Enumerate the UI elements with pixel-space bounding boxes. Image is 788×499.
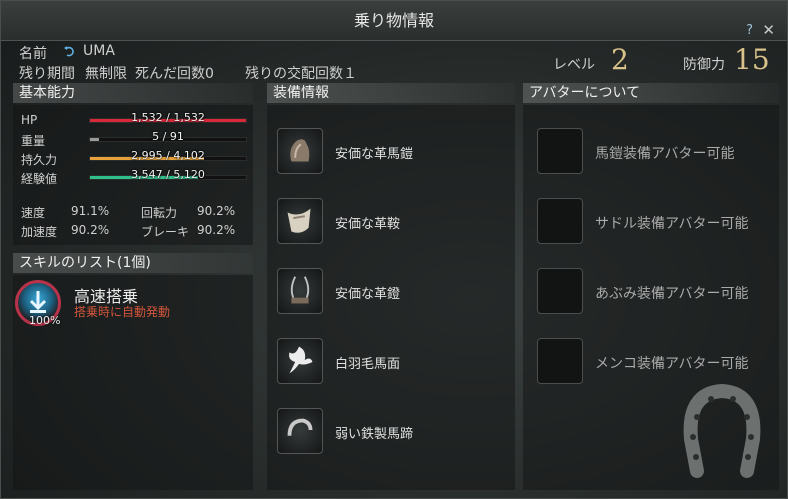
- horseshoe-watermark-icon: [683, 383, 761, 478]
- skill-description: 搭乗時に自動発動: [74, 305, 171, 319]
- speed-value: 91.1%: [71, 204, 110, 218]
- basic-ability-header: 基本能力: [13, 83, 253, 103]
- armor-name: 安価な革馬鎧: [335, 147, 414, 162]
- period-value: 無制限: [85, 66, 127, 82]
- defense-value: 15: [734, 43, 770, 76]
- saddle-icon: [287, 208, 311, 233]
- brake-value: 90.2%: [197, 223, 236, 237]
- stat-label: 重量: [21, 134, 46, 148]
- stat-bar-text: 1,532 / 1,532: [131, 111, 205, 124]
- armor-avatar-label: 馬鎧装備アバター可能: [595, 146, 735, 162]
- saddle-slot[interactable]: [277, 198, 323, 244]
- armor-slot[interactable]: [277, 128, 323, 174]
- help-button[interactable]: ?: [746, 23, 753, 38]
- avatar-header: アバターについて: [523, 83, 779, 103]
- face-avatar-label: メンコ装備アバター可能: [595, 356, 749, 372]
- brake-label: ブレーキ: [141, 225, 190, 239]
- stirrup-name: 安価な革鐙: [335, 287, 401, 302]
- turn-label: 回転力: [141, 206, 178, 220]
- skill-percent: 100%: [29, 314, 61, 327]
- face-avatar-slot[interactable]: [537, 338, 583, 384]
- speed-label: 速度: [21, 206, 46, 220]
- mount-name: UMA: [83, 43, 115, 59]
- saddle-name: 安価な革鞍: [335, 217, 401, 232]
- window-title: 乗り物情報: [1, 1, 787, 41]
- stirrup-icon: [290, 276, 310, 304]
- accel-label: 加速度: [21, 225, 58, 239]
- stat-label: 持久力: [21, 153, 58, 167]
- horseshoe-name: 弱い鉄製馬蹄: [335, 427, 414, 442]
- accel-value: 90.2%: [71, 223, 110, 237]
- saddle-avatar-slot[interactable]: [537, 198, 583, 244]
- deaths-count: 死んだ回数0: [135, 66, 214, 82]
- mount-info-window: 乗り物情報 ? ✕ 名前 UMA 残り期間 無制限 死んだ回数0 残りの交配回数…: [0, 0, 788, 499]
- stat-bar-text: 2,995 / 4,102: [131, 149, 205, 162]
- equipment-header: 装備情報: [267, 83, 515, 103]
- defense-label: 防御力: [683, 57, 725, 73]
- armor-icon: [290, 139, 310, 162]
- stat-bar-text: 3,547 / 5,120: [131, 168, 205, 181]
- stat-label: 経験値: [21, 172, 58, 186]
- level-value: 2: [611, 43, 629, 76]
- skill-list-header: スキルのリスト(1個): [13, 253, 253, 273]
- horseshoe-icon: [287, 418, 313, 436]
- face-slot[interactable]: [277, 338, 323, 384]
- name-label: 名前: [19, 46, 47, 62]
- feather-icon: [289, 346, 313, 374]
- stirrup-avatar-label: あぶみ装備アバター可能: [595, 286, 749, 302]
- stirrup-avatar-slot[interactable]: [537, 268, 583, 314]
- stirrup-slot[interactable]: [277, 268, 323, 314]
- saddle-avatar-label: サドル装備アバター可能: [595, 216, 749, 232]
- level-label: レベル: [553, 57, 595, 73]
- close-button[interactable]: ✕: [762, 21, 775, 39]
- stat-bar-text: 5 / 91: [152, 130, 184, 143]
- turn-value: 90.2%: [197, 204, 236, 218]
- rename-icon[interactable]: [64, 46, 76, 58]
- period-label: 残り期間: [19, 66, 75, 82]
- horseshoe-slot[interactable]: [277, 408, 323, 454]
- stat-label: HP: [21, 113, 38, 127]
- face-name: 白羽毛馬面: [335, 357, 401, 372]
- breeding-count: 残りの交配回数１: [245, 66, 357, 82]
- armor-avatar-slot[interactable]: [537, 128, 583, 174]
